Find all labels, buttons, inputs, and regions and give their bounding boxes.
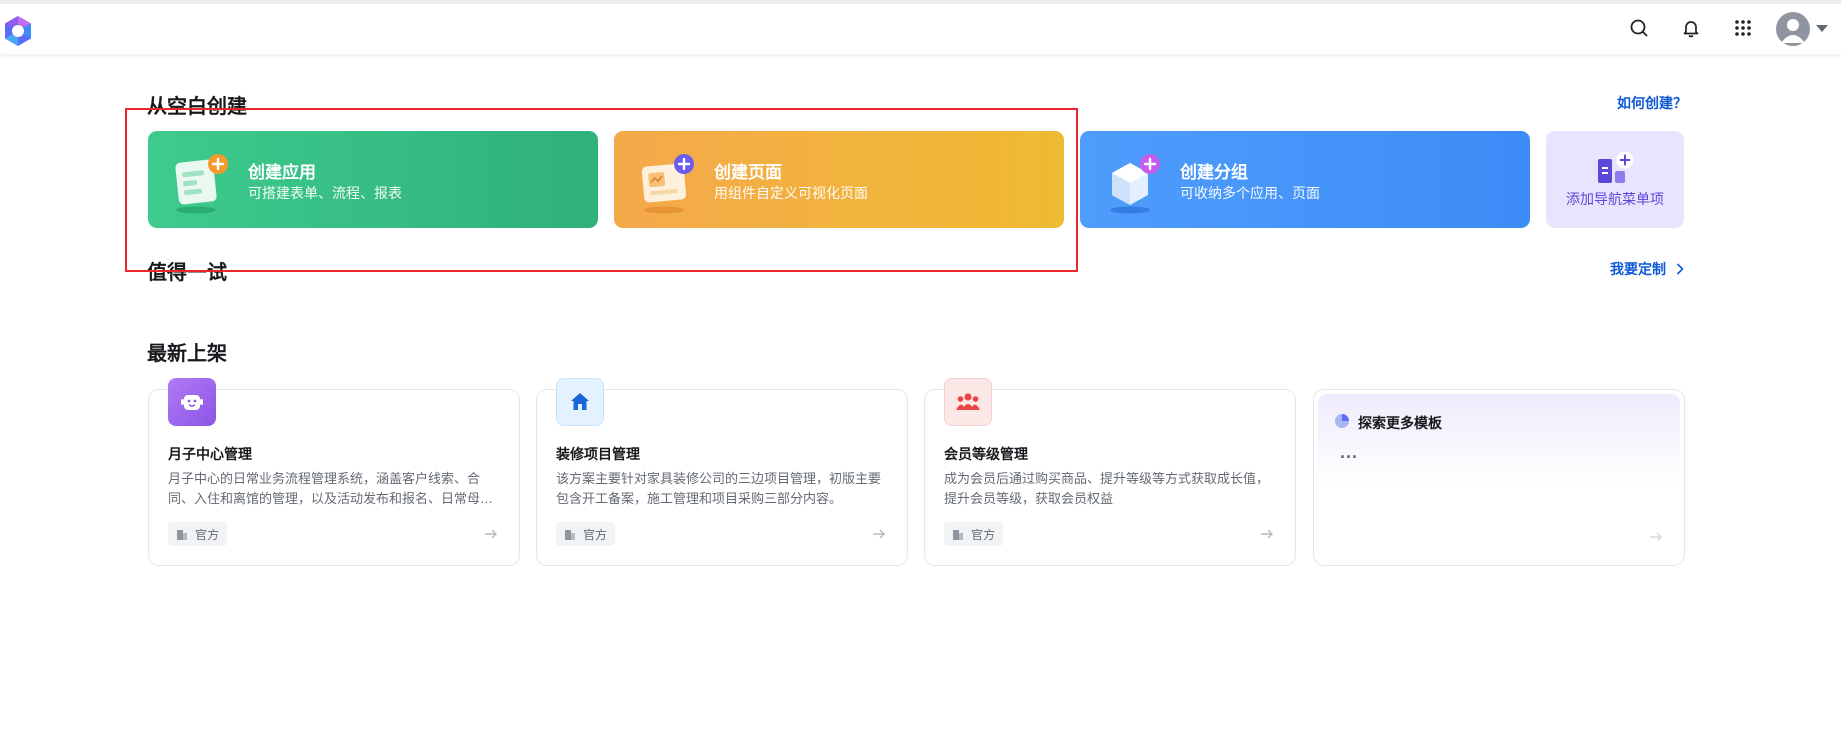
template-desc: 该方案主要针对家具装修公司的三边项目管理，初版主要包含开工备案，施工管理和项目采…: [556, 471, 882, 506]
official-badge-label: 官方: [583, 527, 608, 542]
app-grid-icon[interactable]: [1729, 14, 1757, 42]
customize-link-label: 我要定制: [1610, 261, 1666, 277]
create-group-title: 创建分组: [1180, 163, 1248, 182]
building-icon: [565, 530, 575, 540]
arrow-right-icon: [485, 529, 497, 539]
official-badge: 官方: [944, 522, 1004, 546]
app-logo-icon[interactable]: [0, 14, 36, 50]
section-title-latest: 最新上架: [147, 343, 227, 365]
create-app-title: 创建应用: [248, 163, 316, 182]
search-icon[interactable]: [1625, 14, 1653, 42]
explore-title: 探索更多模板: [1358, 415, 1442, 431]
official-badge-label: 官方: [195, 527, 220, 542]
create-app-desc: 可搭建表单、流程、报表: [248, 185, 402, 201]
template-card-renovation[interactable]: 装修项目管理 该方案主要针对家具装修公司的三边项目管理，初版主要包含开工备案，施…: [536, 378, 908, 566]
how-to-create-link[interactable]: 如何创建？: [1617, 93, 1687, 113]
create-page-card[interactable]: 创建页面 用组件自定义可视化页面: [614, 131, 1064, 228]
create-group-desc: 可收纳多个应用、页面: [1180, 185, 1320, 201]
template-name: 月子中心管理: [168, 446, 252, 462]
template-card-confinement[interactable]: 月子中心管理 月子中心的日常业务流程管理系统，涵盖客户线索、合同、入住和离馆的管…: [148, 378, 520, 566]
create-page-desc: 用组件自定义可视化页面: [714, 185, 868, 201]
create-page-illustration-icon: [641, 154, 694, 214]
official-badge: 官方: [168, 522, 228, 546]
add-nav-item-icon: [1598, 151, 1634, 183]
create-group-illustration-icon: [1110, 154, 1160, 214]
bell-icon[interactable]: [1677, 14, 1705, 42]
create-app-card[interactable]: 创建应用 可搭建表单、流程、报表: [148, 131, 598, 228]
caret-down-icon[interactable]: [1816, 25, 1828, 33]
template-desc: 成为会员后通过购买商品、提升等级等方式获取成长值，提升会员等级，获取会员权益: [944, 471, 1270, 506]
template-card-membership[interactable]: 会员等级管理 成为会员后通过购买商品、提升等级等方式获取成长值，提升会员等级，获…: [924, 378, 1296, 566]
house-icon: [556, 378, 604, 426]
explore-more-templates-card[interactable]: 探索更多模板 ...: [1313, 389, 1685, 566]
more-dots: ...: [1340, 442, 1359, 462]
add-nav-item-label: 添加导航菜单项: [1566, 191, 1664, 207]
create-app-illustration-icon: [175, 154, 228, 214]
create-page-title: 创建页面: [714, 163, 782, 182]
members-icon: [944, 378, 992, 426]
explore-card-header: [1318, 394, 1680, 484]
arrow-right-icon: [873, 529, 885, 539]
section-title-try: 值得一试: [147, 262, 227, 284]
chevron-right-icon: [1676, 263, 1684, 275]
building-icon: [177, 530, 187, 540]
add-nav-menu-item-card[interactable]: 添加导航菜单项: [1546, 131, 1684, 228]
template-name: 会员等级管理: [944, 446, 1028, 462]
avatar-icon[interactable]: [1776, 12, 1810, 46]
template-desc: 月子中心的日常业务流程管理系统，涵盖客户线索、合同、入住和离馆的管理，以及活动发…: [168, 471, 494, 506]
robot-icon: [168, 378, 216, 426]
user-menu[interactable]: [1776, 12, 1836, 46]
pie-chart-icon: [1335, 414, 1349, 428]
building-icon: [953, 530, 963, 540]
create-group-card[interactable]: 创建分组 可收纳多个应用、页面: [1080, 131, 1530, 228]
official-badge-label: 官方: [971, 527, 996, 542]
arrow-right-icon: [1261, 529, 1273, 539]
arrow-right-icon: [1650, 532, 1662, 542]
template-name: 装修项目管理: [556, 446, 640, 462]
top-bar: [0, 0, 1841, 54]
official-badge: 官方: [556, 522, 616, 546]
section-title-create: 从空白创建: [147, 96, 247, 118]
customize-link[interactable]: 我要定制: [1610, 259, 1684, 279]
